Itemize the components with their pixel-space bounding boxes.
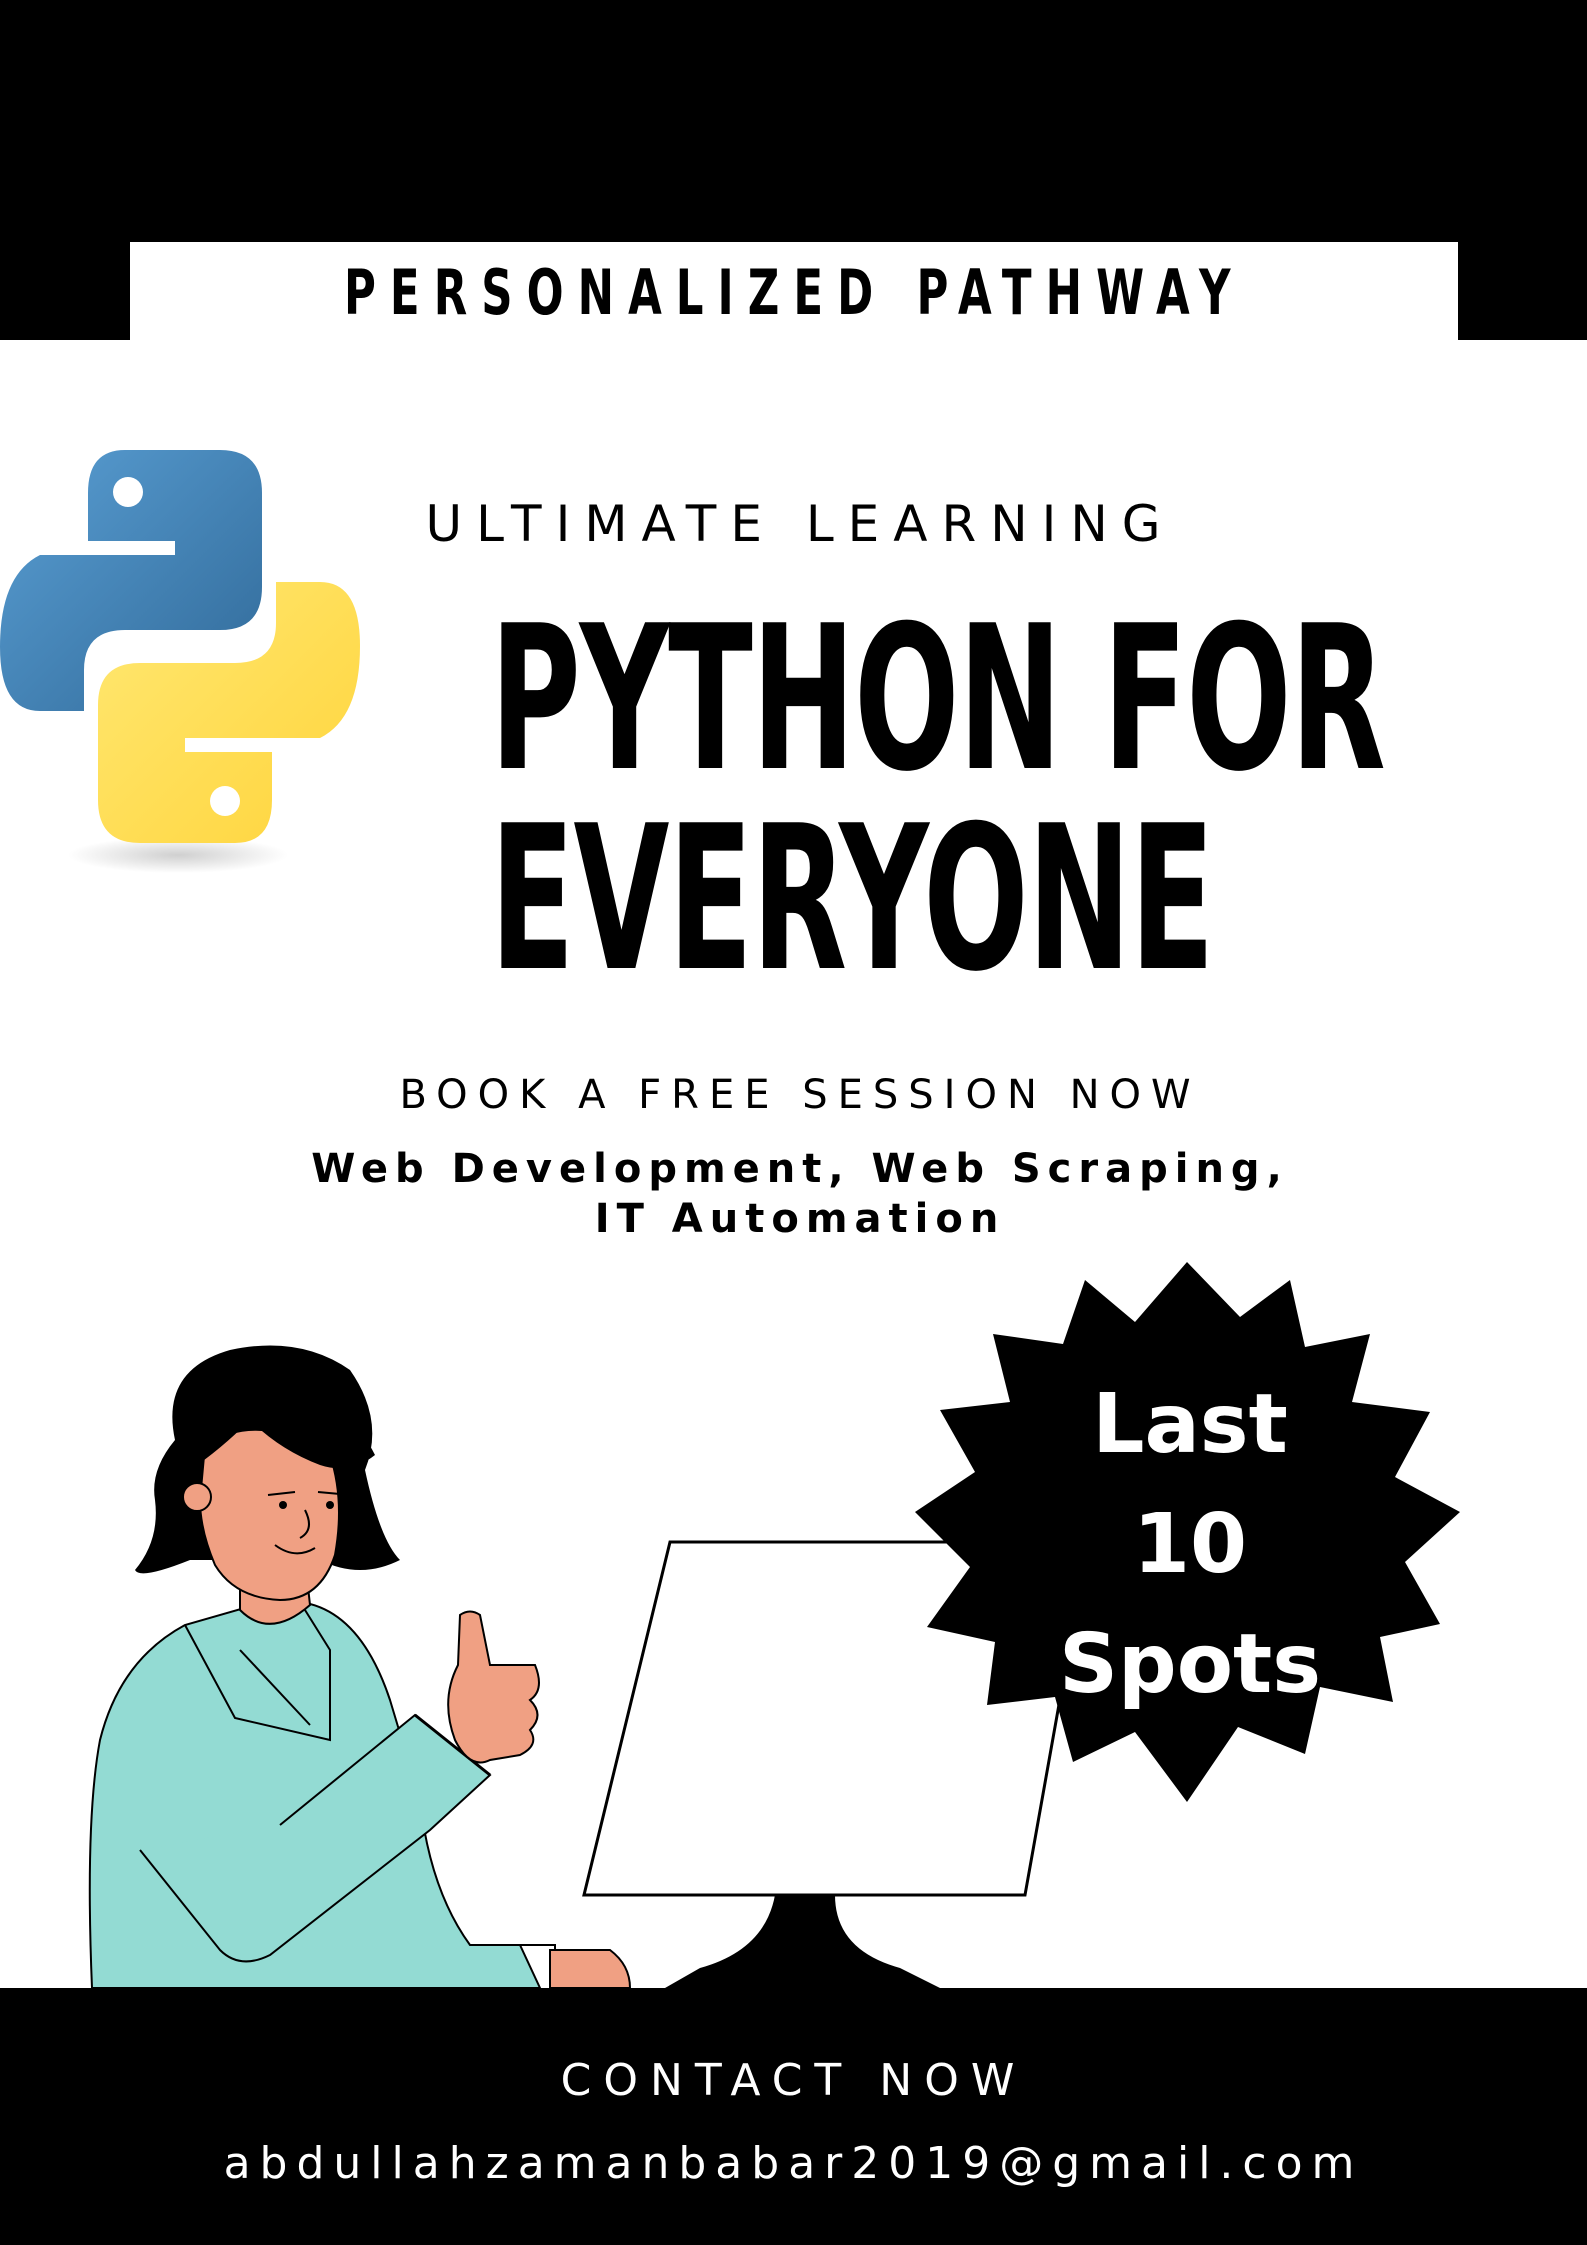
ribbon-label: PERSONALIZED PATHWAY: [343, 255, 1245, 329]
badge-line-2: 10: [1132, 1497, 1248, 1592]
email-link[interactable]: abdullahzamanbabar2019@gmail.com: [0, 2138, 1587, 2189]
subtitle: ULTIMATE LEARNING: [425, 495, 1175, 553]
badge-line-3: Spots: [1058, 1617, 1322, 1712]
book-session-label: BOOK A FREE SESSION NOW: [399, 1072, 1201, 1118]
topics-list: Web Development, Web Scraping, IT Automa…: [230, 1144, 1370, 1244]
header-ribbon: PERSONALIZED PATHWAY: [130, 242, 1458, 342]
badge-text: Last 10 Spots: [1010, 1365, 1370, 1725]
title-line-2: EVERYONE: [490, 783, 1215, 1016]
badge-line-1: Last: [1092, 1377, 1288, 1472]
title-line-1: PYTHON FOR: [490, 583, 1386, 816]
topics-line-2: IT Automation: [594, 1196, 1006, 1242]
contact-label: CONTACT NOW: [560, 2055, 1027, 2106]
page-title: PYTHON FOR EVERYONE: [300, 583, 1386, 1016]
footer-band: [0, 1988, 1587, 2245]
topics-line-1: Web Development, Web Scraping,: [311, 1146, 1289, 1192]
